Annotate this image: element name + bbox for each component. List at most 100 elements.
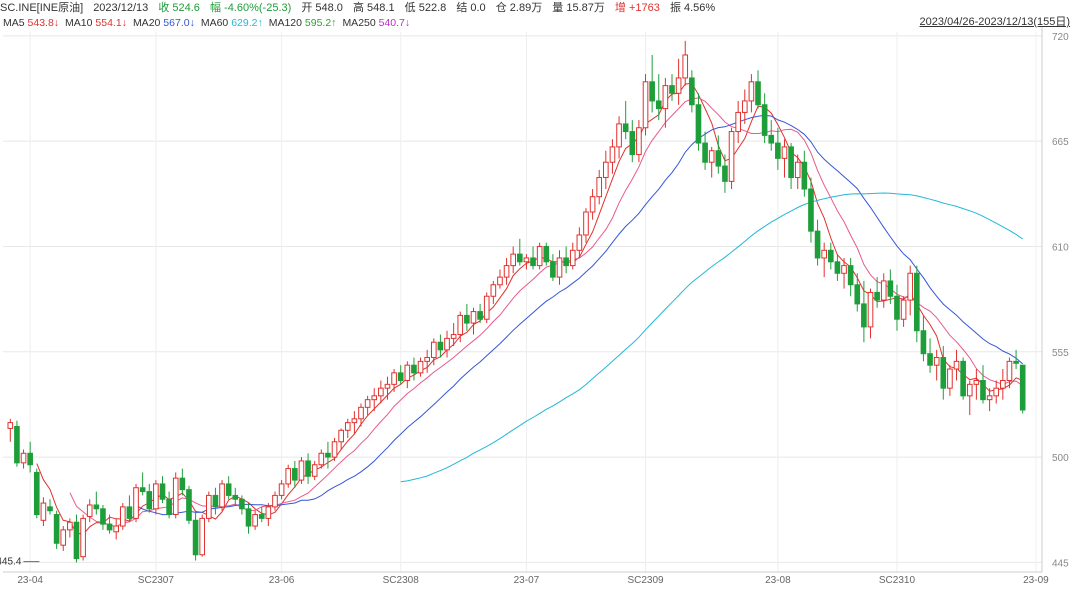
candle-body <box>689 77 695 106</box>
candle-body <box>920 330 927 355</box>
amplitude-label: 振 4.56% <box>669 2 716 14</box>
ma-legend-value: 629.2↑ <box>231 17 263 29</box>
candle-body <box>73 521 80 560</box>
open-interest-label: 仓 2.89万 <box>495 2 543 14</box>
candle-body <box>278 483 285 496</box>
candle-body <box>444 337 450 351</box>
candle-body <box>993 387 1000 397</box>
candle-body <box>576 234 583 251</box>
candle-body <box>662 85 669 110</box>
candle-body <box>953 360 960 370</box>
candle-body <box>821 249 828 259</box>
candle-body <box>305 460 311 477</box>
candle-body <box>675 77 682 94</box>
ma-legend-ma10: MA10 554.1↓ <box>65 17 127 29</box>
candle-body <box>351 418 358 424</box>
candle-body <box>510 253 517 267</box>
candle-body <box>232 494 239 500</box>
candle-body <box>788 146 794 179</box>
candle-body <box>470 311 477 324</box>
oi-change-label: 增 +1763 <box>614 2 660 14</box>
candle-body <box>589 196 596 213</box>
candle-body <box>457 314 464 336</box>
price-annotation: 445.4 <box>0 557 22 568</box>
candle-body <box>741 100 748 113</box>
candle-body <box>583 211 589 236</box>
candle-body <box>318 452 325 466</box>
ma-legend-label: MA120 <box>268 17 305 29</box>
ma-legend-label: MA10 <box>65 17 96 29</box>
ma-legend-ma5: MA5 543.8↓ <box>3 17 59 29</box>
candle-body <box>20 452 27 464</box>
y-tick-label: 555 <box>1052 348 1069 359</box>
ma-legend-ma250: MA250 540.7↓ <box>342 17 410 29</box>
high-label: 高 548.1 <box>353 2 395 14</box>
candle-body <box>33 471 40 516</box>
candle-body <box>715 150 722 167</box>
candle-body <box>430 341 437 359</box>
candle-body <box>100 508 106 525</box>
candle-body <box>695 104 702 144</box>
candle-body <box>728 131 735 182</box>
kline-chart[interactable]: 720 665 610 555 500 445 23-04 SC2307 23-06 SC2308… <box>0 0 1080 599</box>
ma20-line <box>135 114 1024 516</box>
x-tick-label: 23-09 <box>1023 575 1049 586</box>
candle-body <box>1013 360 1019 364</box>
candle-body <box>497 276 503 286</box>
ma-legend-label: MA60 <box>200 17 232 29</box>
candle-body <box>172 477 179 516</box>
candle-body <box>841 265 847 274</box>
candle-body <box>1019 364 1026 411</box>
candle-body <box>40 502 47 521</box>
candle-body <box>768 134 775 144</box>
ma-legend-value: 554.1↓ <box>95 17 127 29</box>
candle-body <box>834 261 841 274</box>
x-tick-label: 23-08 <box>765 575 791 586</box>
close-label: 收 524.6 <box>158 2 200 14</box>
candle-body <box>543 245 550 263</box>
candle-body <box>966 383 973 397</box>
ma-legend-label: MA250 <box>342 17 379 29</box>
candle-body <box>205 494 212 519</box>
candle-body <box>139 487 146 493</box>
candle-body <box>391 372 397 385</box>
candle-body <box>424 357 430 362</box>
candle-body <box>735 111 741 133</box>
candle-body <box>272 494 278 508</box>
candle-body <box>755 81 761 106</box>
candle-body <box>894 295 900 320</box>
candle-body <box>397 372 404 382</box>
candle-body <box>27 452 33 466</box>
candle-body <box>947 368 953 389</box>
candle-body <box>940 357 947 389</box>
ma-legend-ma20: MA20 567.0↓ <box>133 17 195 29</box>
candle-body <box>146 491 153 510</box>
settle-label: 结 0.0 <box>456 2 486 14</box>
symbol-label: SC.INE[INE原油] <box>0 2 84 14</box>
candle-body <box>827 249 834 263</box>
candle-body <box>364 399 371 408</box>
candle-body <box>702 142 708 163</box>
candle-body <box>93 504 100 510</box>
candle-body <box>47 506 53 512</box>
candle-body <box>225 483 232 496</box>
candle-body <box>212 494 219 508</box>
candle-body <box>106 523 113 531</box>
candle-body <box>622 123 629 133</box>
candle-body <box>814 230 821 259</box>
x-tick-label: SC2309 <box>627 575 664 586</box>
candle-body <box>285 468 292 485</box>
candle-body <box>67 521 73 531</box>
date-range-label[interactable]: 2023/04/26-2023/12/13(155日) <box>920 15 1070 29</box>
candle-body <box>801 161 808 190</box>
candle-body <box>417 360 424 374</box>
candle-body <box>265 506 272 519</box>
low-label: 低 522.8 <box>404 2 447 14</box>
candle-body <box>325 452 331 458</box>
candle-body <box>530 257 536 267</box>
candle-body <box>722 165 728 182</box>
candle-body <box>490 284 497 297</box>
candle-body <box>536 245 543 267</box>
candle-body <box>887 280 894 297</box>
ma-legend-label: MA20 <box>132 17 164 29</box>
